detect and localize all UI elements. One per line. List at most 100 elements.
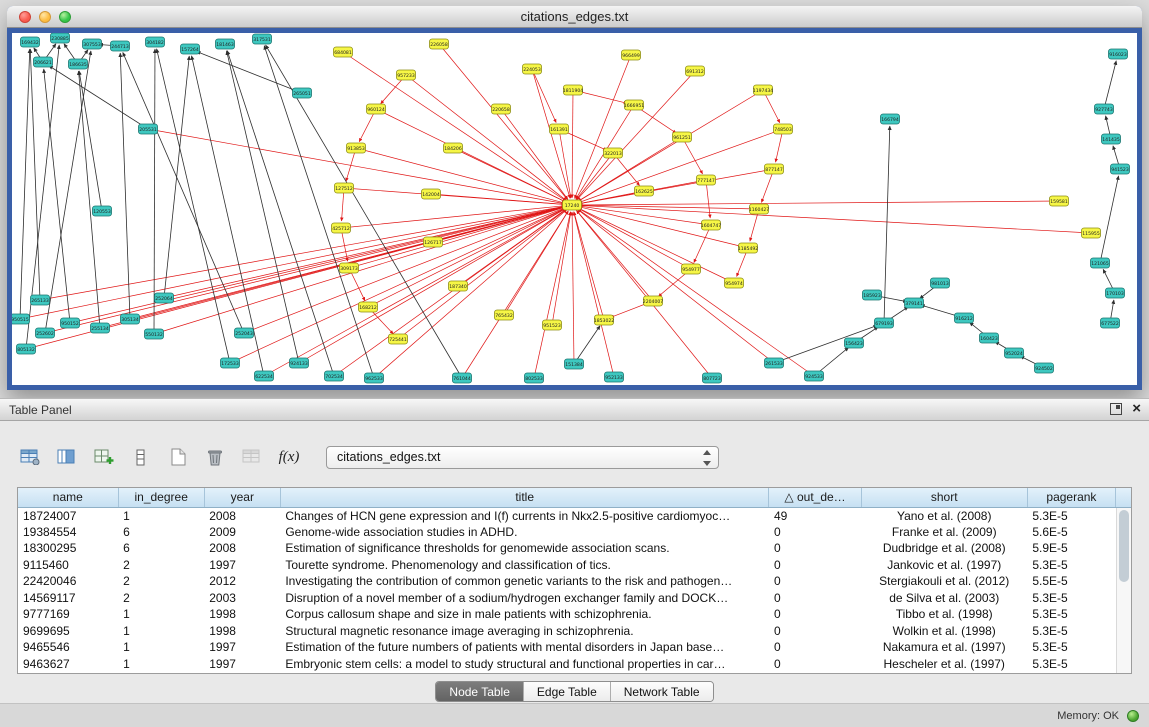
graph-node[interactable]: 684081 bbox=[334, 47, 353, 57]
table-cell[interactable]: 1 bbox=[118, 507, 204, 524]
graph-edge[interactable] bbox=[264, 208, 566, 376]
column-header-name[interactable]: name bbox=[18, 488, 118, 507]
graph-node[interactable]: 957233 bbox=[397, 70, 416, 80]
table-cell[interactable]: Yano et al. (2008) bbox=[861, 507, 1027, 524]
graph-node[interactable]: 244713 bbox=[111, 41, 130, 51]
graph-node[interactable]: 748503 bbox=[774, 124, 793, 134]
table-cell[interactable]: 0 bbox=[769, 623, 861, 640]
graph-node[interactable]: 159581 bbox=[1050, 196, 1069, 206]
graph-node[interactable]: 425712 bbox=[332, 223, 351, 233]
table-cell[interactable]: Embryonic stem cells: a model to study s… bbox=[280, 656, 769, 673]
graph-edge[interactable] bbox=[70, 207, 565, 323]
graph-node[interactable]: 317531 bbox=[253, 34, 272, 44]
graph-node[interactable]: 304182 bbox=[146, 37, 165, 47]
graph-node[interactable]: 954974 bbox=[725, 278, 744, 288]
graph-edge[interactable] bbox=[579, 169, 774, 204]
graph-node[interactable]: 166794 bbox=[881, 114, 900, 124]
table-cell[interactable]: 5.3E-5 bbox=[1027, 507, 1115, 524]
new-table-button[interactable] bbox=[164, 443, 192, 471]
graph-node[interactable]: 807723 bbox=[703, 373, 722, 383]
table-cell[interactable]: 9777169 bbox=[18, 606, 118, 623]
graph-node[interactable]: 924502 bbox=[1035, 363, 1054, 373]
graph-edge[interactable] bbox=[501, 109, 568, 199]
graph-node[interactable]: 679193 bbox=[875, 318, 894, 328]
graph-node[interactable]: 765432 bbox=[495, 310, 514, 320]
graph-node[interactable]: 805132 bbox=[17, 344, 36, 354]
graph-edge[interactable] bbox=[123, 52, 244, 333]
graph-edge[interactable] bbox=[682, 137, 703, 174]
graph-node[interactable]: 307553 bbox=[83, 39, 102, 49]
graph-node[interactable]: 160423 bbox=[980, 333, 999, 343]
table-selector[interactable]: citations_edges.txt bbox=[326, 446, 719, 469]
graph-edge[interactable] bbox=[227, 51, 299, 363]
graph-edge[interactable] bbox=[264, 46, 374, 378]
graph-node[interactable]: 951523 bbox=[543, 320, 562, 330]
table-cell[interactable]: 0 bbox=[769, 557, 861, 574]
scrollbar-thumb[interactable] bbox=[1119, 510, 1129, 582]
table-cell[interactable]: 6 bbox=[118, 524, 204, 541]
graph-edge[interactable] bbox=[578, 90, 763, 201]
table-panel-header[interactable]: Table Panel × bbox=[0, 399, 1149, 421]
table-cell[interactable]: 5.6E-5 bbox=[1027, 524, 1115, 541]
table-cell[interactable]: 9463627 bbox=[18, 656, 118, 673]
graph-node[interactable]: 725441 bbox=[389, 334, 408, 344]
graph-node[interactable]: 1666951 bbox=[624, 100, 645, 110]
delete-table-button[interactable] bbox=[201, 443, 229, 471]
graph-node[interactable]: 954977 bbox=[682, 264, 701, 274]
table-cell[interactable]: 9115460 bbox=[18, 557, 118, 574]
table-cell[interactable]: 9699695 bbox=[18, 623, 118, 640]
table-cell[interactable]: Corpus callosum shape and size in male p… bbox=[280, 606, 769, 623]
table-cell[interactable]: 1 bbox=[118, 656, 204, 673]
graph-edge[interactable] bbox=[244, 208, 565, 333]
graph-edge[interactable] bbox=[572, 90, 573, 198]
graph-node[interactable]: 924133 bbox=[290, 358, 309, 368]
graph-edge[interactable] bbox=[45, 51, 91, 333]
graph-node[interactable]: 1853022 bbox=[594, 315, 615, 325]
graph-node[interactable]: 1160427 bbox=[749, 204, 770, 214]
graph-edge[interactable] bbox=[577, 210, 653, 301]
table-cell[interactable]: 5.3E-5 bbox=[1027, 590, 1115, 607]
graph-edge[interactable] bbox=[884, 126, 890, 323]
graph-node[interactable]: 265133 bbox=[31, 295, 50, 305]
graph-edge[interactable] bbox=[575, 55, 631, 198]
graph-node[interactable]: 186635 bbox=[69, 59, 88, 69]
table-cell[interactable]: Disruption of a novel member of a sodium… bbox=[280, 590, 769, 607]
table-cell[interactable]: 0 bbox=[769, 639, 861, 656]
function-builder-button[interactable]: f(x) bbox=[275, 443, 303, 471]
graph-node[interactable]: 966499 bbox=[622, 50, 641, 60]
table-row[interactable]: 969969511998Structural magnetic resonanc… bbox=[18, 623, 1116, 640]
graph-node[interactable]: 220658 bbox=[492, 104, 511, 114]
table-cell[interactable]: Wolkin et al. (1998) bbox=[861, 623, 1027, 640]
table-cell[interactable]: Dudbridge et al. (2008) bbox=[861, 540, 1027, 557]
table-cell[interactable]: 2009 bbox=[204, 524, 280, 541]
table-cell[interactable]: 18300295 bbox=[18, 540, 118, 557]
graph-edge[interactable] bbox=[356, 148, 565, 203]
table-cell[interactable]: Structural magnetic resonance image aver… bbox=[280, 623, 769, 640]
graph-node[interactable]: 2204007 bbox=[643, 296, 664, 306]
graph-node[interactable]: 913853 bbox=[347, 143, 366, 153]
graph-edge[interactable] bbox=[192, 56, 264, 376]
graph-node[interactable]: 115955 bbox=[1082, 228, 1101, 238]
table-cell[interactable]: 0 bbox=[769, 524, 861, 541]
graph-node[interactable]: 252064 bbox=[155, 293, 174, 303]
table-row[interactable]: 911546021997Tourette syndrome. Phenomeno… bbox=[18, 557, 1116, 574]
graph-node[interactable]: 952133 bbox=[605, 372, 624, 382]
graph-edge[interactable] bbox=[49, 66, 148, 129]
table-cell[interactable]: 1997 bbox=[204, 639, 280, 656]
graph-node[interactable]: 156423 bbox=[845, 338, 864, 348]
table-cell[interactable]: 0 bbox=[769, 606, 861, 623]
show-columns-button[interactable] bbox=[53, 443, 81, 471]
table-cell[interactable]: Hescheler et al. (1997) bbox=[861, 656, 1027, 673]
column-header-out_de[interactable]: △ out_de… bbox=[769, 488, 861, 507]
graph-node[interactable]: 916212 bbox=[955, 313, 974, 323]
graph-node[interactable]: 952024 bbox=[1005, 348, 1024, 358]
graph-edge[interactable] bbox=[334, 209, 566, 376]
graph-node[interactable]: 151384 bbox=[565, 359, 584, 369]
table-cell[interactable]: Jankovic et al. (1997) bbox=[861, 557, 1027, 574]
graph-node[interactable]: 265051 bbox=[293, 88, 312, 98]
graph-node[interactable]: 120553 bbox=[93, 206, 112, 216]
graph-node[interactable]: 126717 bbox=[424, 237, 443, 247]
table-cell[interactable]: de Silva et al. (2003) bbox=[861, 590, 1027, 607]
table-cell[interactable]: 5.3E-5 bbox=[1027, 557, 1115, 574]
table-cell[interactable]: 2008 bbox=[204, 507, 280, 524]
